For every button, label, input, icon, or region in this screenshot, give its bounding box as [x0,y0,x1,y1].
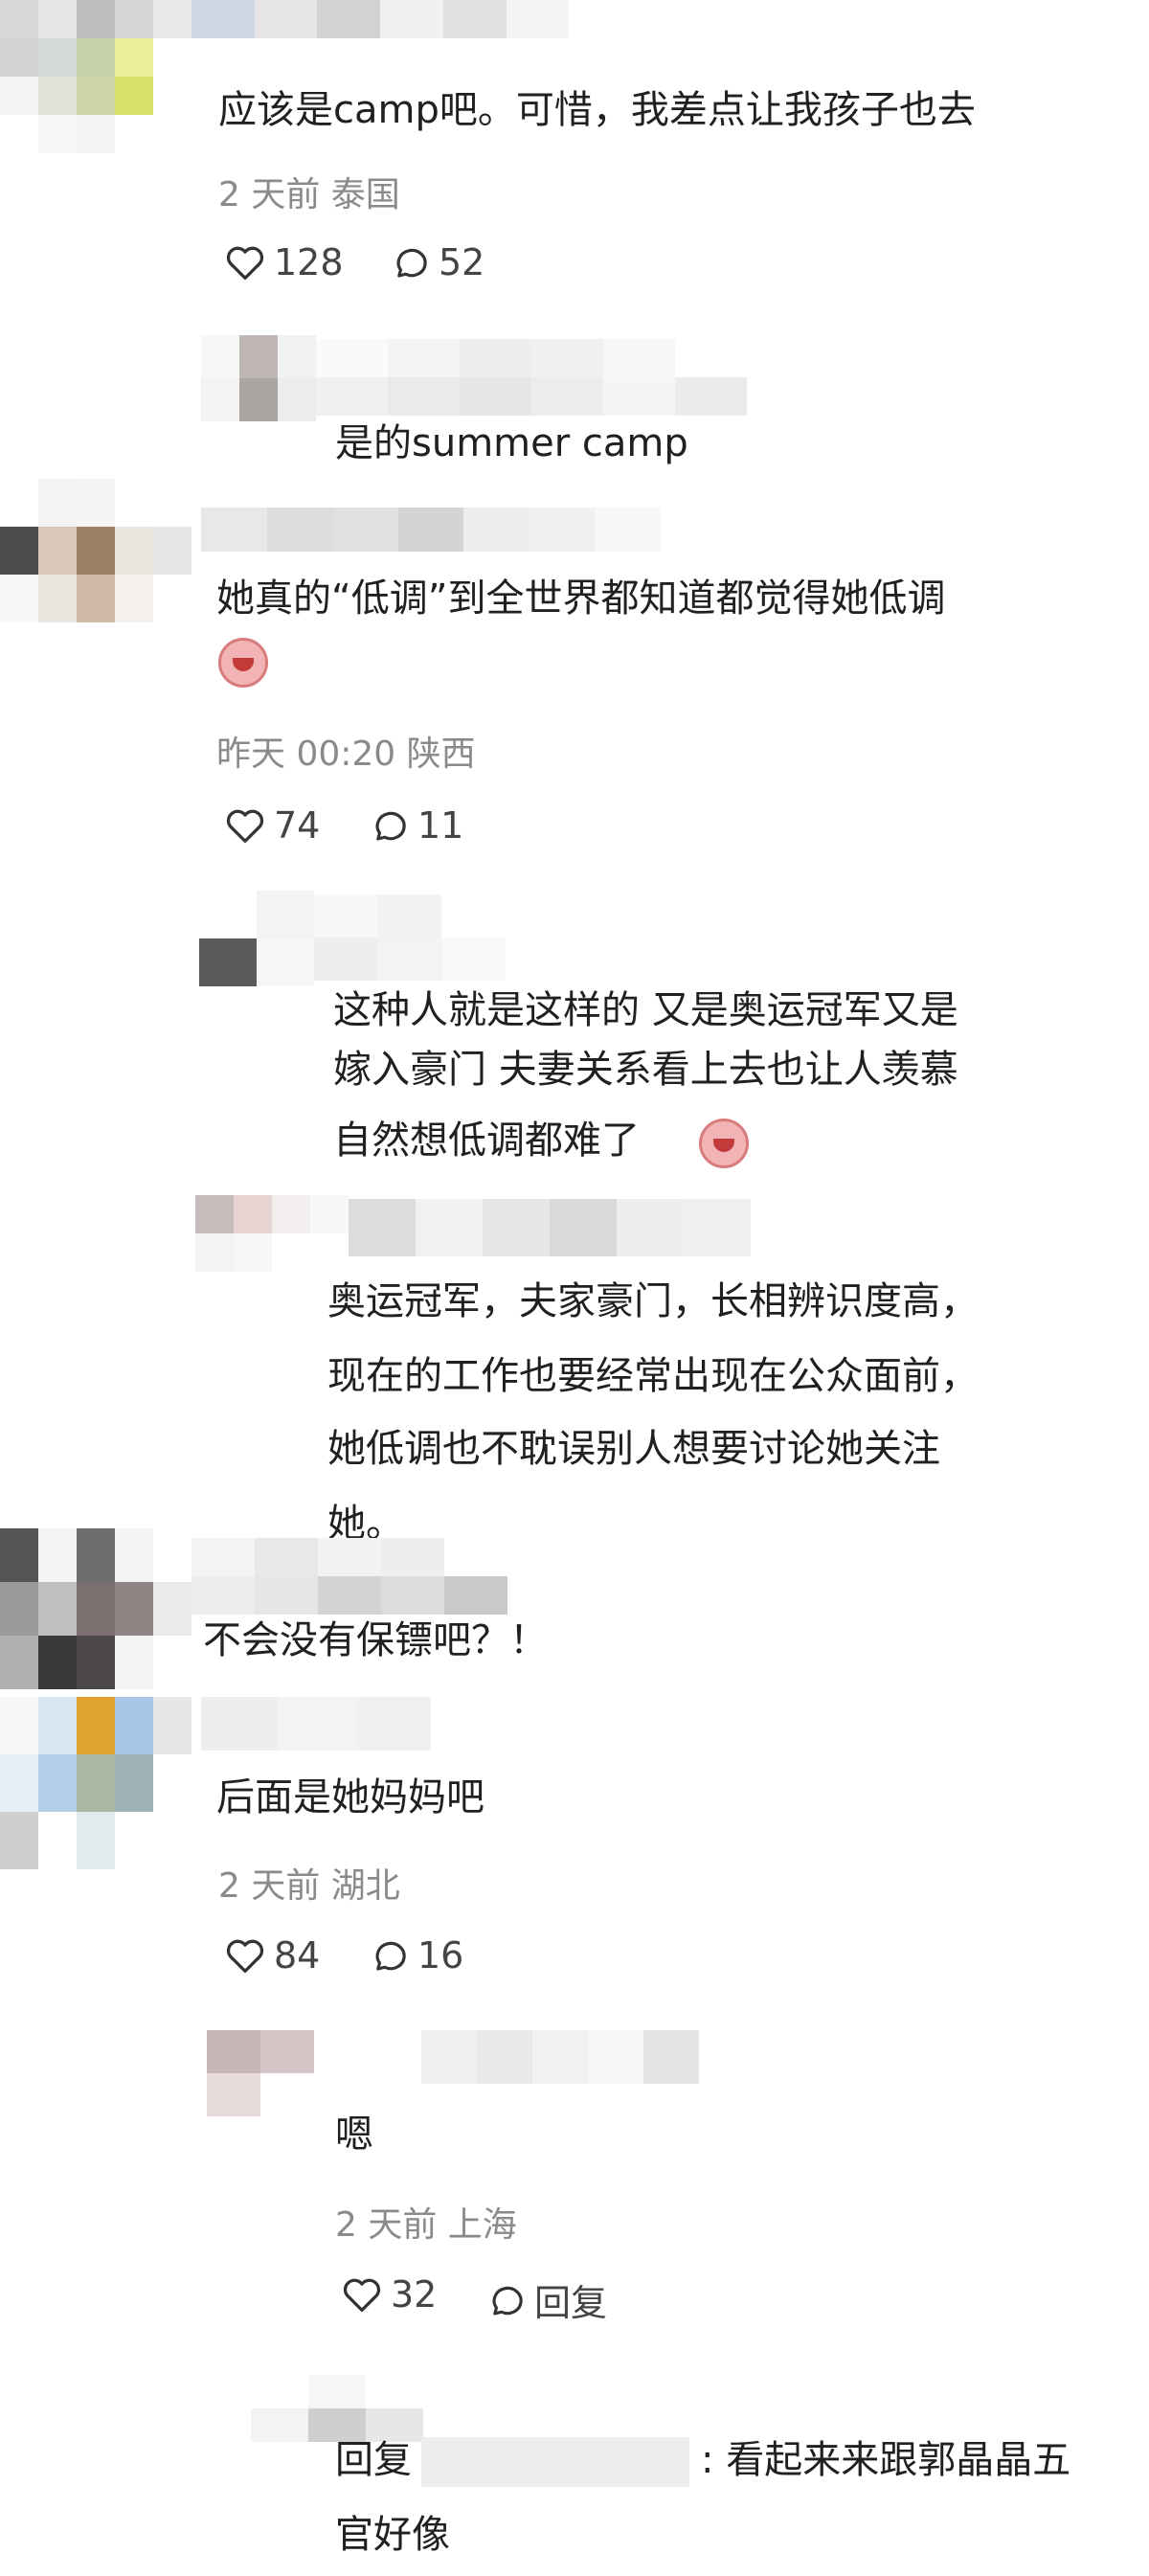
reply-username-censored[interactable] [316,339,747,416]
reply-text: 嗯 [335,2113,373,2157]
reply-label: 回复 [534,2282,608,2324]
reply-avatar[interactable] [195,1195,349,1272]
like-count: 128 [274,241,344,283]
username-censored[interactable] [201,508,661,552]
reply-username-censored[interactable] [421,2030,699,2084]
reply-text-line: 自然想低调都难了 [333,1119,640,1163]
reply-username-censored[interactable] [314,894,506,981]
like-button[interactable]: 74 [224,804,320,847]
speech-bubble-icon [375,811,406,841]
heart-outline-icon [226,809,264,843]
reply-username-censored[interactable] [349,1199,751,1256]
reply-count: 52 [439,241,485,283]
comment-text: 应该是camp吧。可惜，我差点让我孩子也去 [218,88,976,132]
reply-text-line: 这种人就是这样的 又是奥运冠军又是 [333,988,958,1032]
reply-text-line: 现在的工作也要经常出现在公众面前， [327,1354,979,1398]
reply-text-line: 嫁入豪门 夫妻关系看上去也让人羡慕 [333,1048,958,1092]
reply-meta: 2 天前 上海 [335,2205,517,2245]
crying-face-emoji-icon [218,638,268,688]
like-count: 74 [274,804,321,847]
username-censored[interactable] [192,0,632,38]
reply-text: : 看起来来跟郭晶晶五 [701,2438,1071,2482]
comment-text: 后面是她妈妈吧 [216,1775,484,1819]
heart-outline-icon [343,2278,381,2312]
reply-text-line: 官好像 [335,2513,450,2557]
speech-bubble-icon [492,2286,523,2316]
reply-text-line: 奥运冠军，夫家豪门，长相辨识度高， [327,1279,979,1323]
like-button[interactable]: 84 [224,1934,320,1977]
like-count: 84 [274,1934,321,1977]
comment-text: 不会没有保镖吧？！ [203,1618,548,1662]
reply-avatar[interactable] [207,2030,314,2116]
avatar[interactable] [0,0,192,153]
reply-text-line: 回复 : 看起来来跟郭晶晶五 [335,2430,1070,2490]
reply-count-button[interactable]: 52 [391,241,484,283]
like-button[interactable]: 32 [341,2273,437,2316]
comment-meta: 2 天前 湖北 [218,1866,400,1906]
heart-outline-icon [226,1939,264,1973]
speech-bubble-icon [375,1941,406,1971]
comment-meta: 2 天前 泰国 [218,175,400,215]
username-censored[interactable] [201,1697,431,1751]
avatar[interactable] [0,479,192,622]
reply-text: 是的summer camp [335,421,688,465]
comment-text: 她真的“低调”到全世界都知道都觉得她低调 [216,576,946,621]
like-button[interactable]: 128 [224,241,344,283]
avatar[interactable] [0,1528,192,1689]
avatar[interactable] [0,1697,192,1869]
speech-bubble-icon [396,248,427,278]
reply-avatar[interactable] [201,335,316,421]
reply-count: 16 [417,1934,464,1977]
reply-text-line: 她低调也不耽误别人想要讨论她关注 [327,1427,940,1471]
reply-button[interactable]: 回复 [486,2273,607,2326]
username-censored[interactable] [192,1538,507,1615]
reply-count-button[interactable]: 11 [370,804,463,847]
reply-count-button[interactable]: 16 [370,1934,463,1977]
reply-count: 11 [417,804,464,847]
crying-face-emoji-icon [699,1119,749,1168]
mentioned-username-censored[interactable] [421,2437,689,2487]
heart-outline-icon [226,246,264,280]
like-count: 32 [391,2273,438,2316]
reply-avatar[interactable] [199,891,314,986]
comment-meta: 昨天 00:20 陕西 [216,734,476,774]
reply-prefix: 回复 [335,2438,412,2482]
